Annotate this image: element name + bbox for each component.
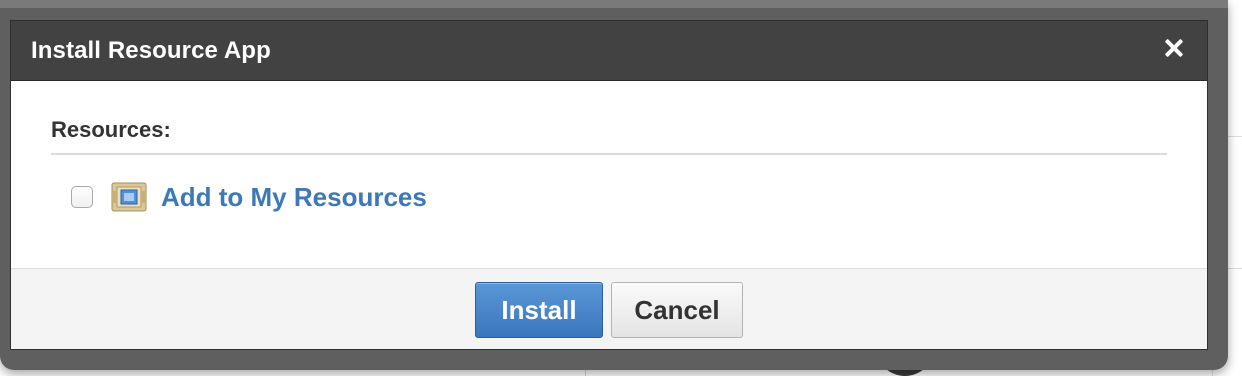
modal-overlay-top <box>0 0 1228 8</box>
resource-app-icon <box>111 179 147 215</box>
resources-section-label: Resources: <box>51 117 171 142</box>
dialog-title: Install Resource App <box>31 37 271 64</box>
install-button[interactable]: Install <box>475 282 603 338</box>
close-icon[interactable] <box>1161 35 1187 61</box>
resource-option-row[interactable]: Add to My Resources <box>71 177 427 217</box>
dialog-footer: Install Cancel <box>11 268 1207 349</box>
dialog-body: Resources: Add to My Resources <box>11 81 1207 269</box>
dialog-header: Install Resource App <box>11 21 1207 81</box>
add-to-my-resources-checkbox[interactable] <box>71 186 93 208</box>
section-divider <box>51 153 1167 155</box>
add-to-my-resources-label[interactable]: Add to My Resources <box>161 182 427 213</box>
install-resource-dialog: Install Resource App Resources: Add to M… <box>10 20 1208 350</box>
modal-overlay-frame: Install Resource App Resources: Add to M… <box>0 0 1228 370</box>
cancel-button[interactable]: Cancel <box>611 282 743 338</box>
